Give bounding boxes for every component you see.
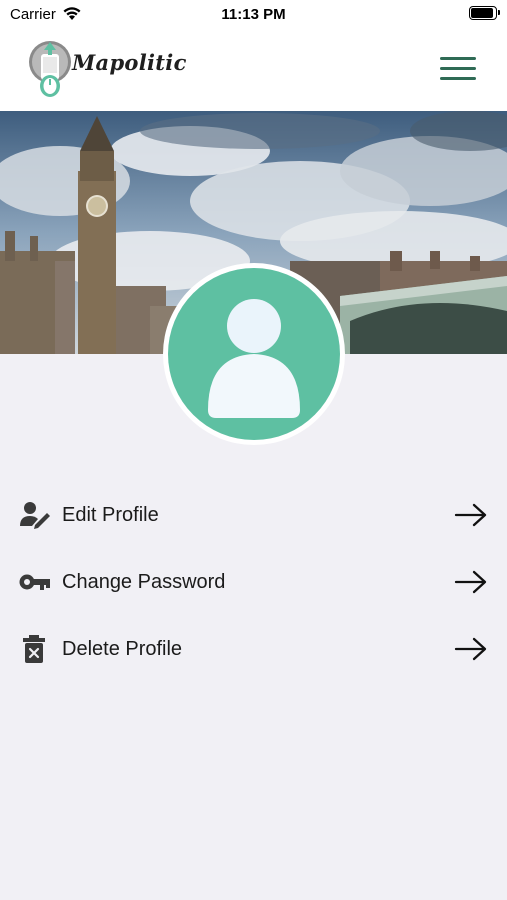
menu-item-edit-profile[interactable]: Edit Profile	[0, 484, 507, 544]
app-header: Mapolitic	[0, 30, 507, 111]
arrow-right-icon	[454, 570, 487, 594]
battery-icon	[469, 6, 500, 20]
menu-item-delete-profile[interactable]: Delete Profile	[0, 618, 507, 678]
avatar-placeholder-icon	[168, 268, 340, 440]
arrow-right-icon	[454, 503, 487, 527]
status-bar: Carrier 11:13 PM	[0, 0, 507, 30]
app-name: Mapolitic	[72, 50, 187, 75]
menu-item-label: Delete Profile	[62, 638, 183, 660]
menu-item-label: Edit Profile	[62, 504, 159, 526]
trash-icon	[23, 635, 45, 663]
hamburger-menu-icon[interactable]	[440, 54, 478, 82]
clock: 11:13 PM	[221, 6, 286, 23]
key-icon	[19, 574, 50, 590]
app-logo	[29, 41, 71, 97]
profile-avatar[interactable]	[163, 263, 345, 445]
menu-item-label: Change Password	[62, 571, 226, 593]
user-edit-icon	[20, 502, 50, 529]
menu-item-change-password[interactable]: Change Password	[0, 551, 507, 611]
arrow-right-icon	[454, 637, 487, 661]
